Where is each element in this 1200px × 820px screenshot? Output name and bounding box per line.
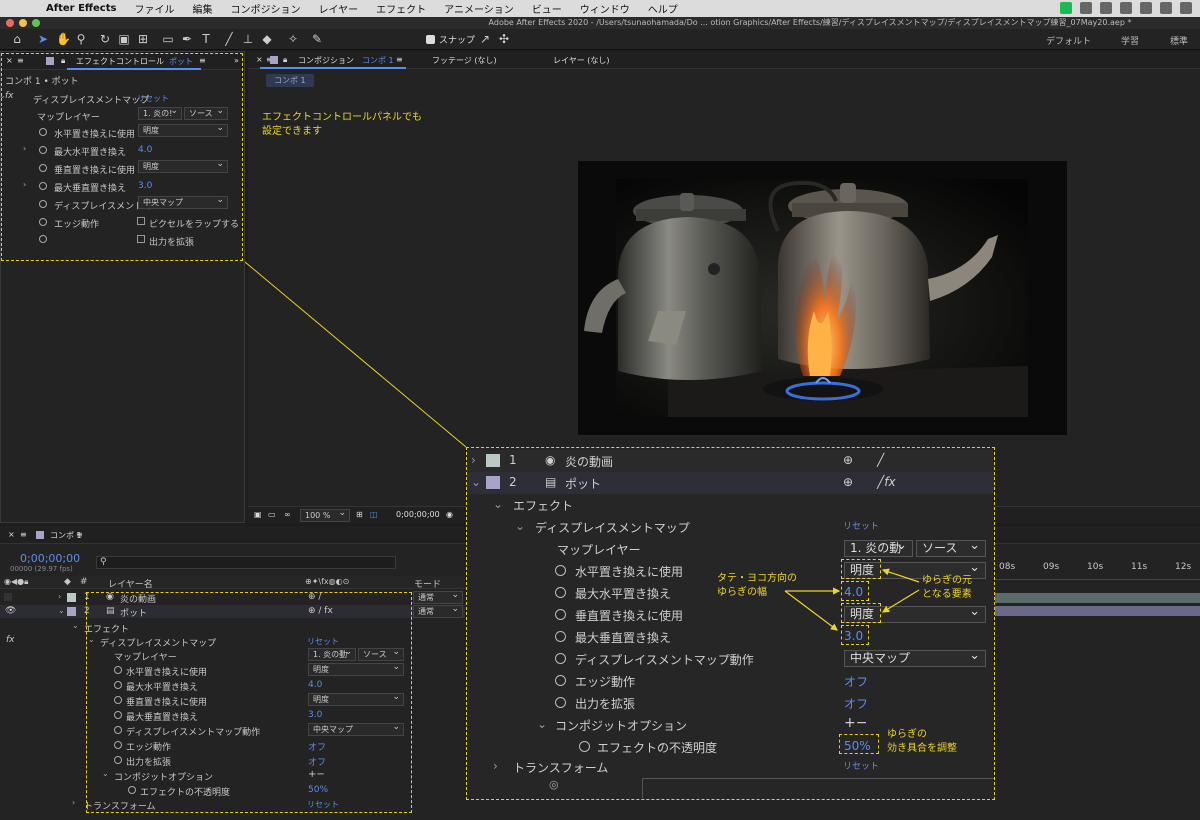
stopwatch-icon[interactable] <box>114 711 122 719</box>
number-column-icon: # <box>80 577 88 587</box>
tl-v-max-value[interactable]: 3.0 <box>308 710 322 720</box>
tl-h-use-dropdown[interactable]: 明度 <box>308 662 404 676</box>
panel-grip-icon[interactable]: ≡ <box>20 530 27 539</box>
timeline-layer-row-2[interactable]: 👁︎ ⌄ 2 ▤ ポット ⊕ / fx 通常 <box>0 604 465 619</box>
layer1-duration-bar[interactable] <box>995 593 1200 603</box>
mode-column[interactable]: モード <box>414 577 441 590</box>
collapse-chevron-icon[interactable]: ⌄ <box>102 769 109 778</box>
stopwatch-icon[interactable] <box>114 666 122 674</box>
label-icon[interactable]: ◆ <box>64 577 71 587</box>
tl-behavior-label: ディスプレイスメントマップ動作 <box>126 728 261 738</box>
timeline-timecode[interactable]: 0;00;00;00 <box>20 552 80 565</box>
av-switches-icon[interactable]: ◉◀●🔒︎ <box>4 577 28 587</box>
tl-transform-reset[interactable]: リセット <box>307 799 339 810</box>
zoomed-detail-panel: › 1 ◉ 炎の動画 ⊕ ╱ ⌄ 2 ▤ ポット ⊕ ╱fx ⌄ エフェクト ⌄… <box>466 447 995 800</box>
annotation-arrows <box>784 568 920 631</box>
tl-v-use-label: 垂直置き換えに使用 <box>126 698 208 708</box>
search-icon: ⚲ <box>100 557 107 567</box>
layer-number: 2 <box>84 606 90 616</box>
tl-v-use-dropdown[interactable]: 明度 <box>308 692 404 706</box>
stopwatch-icon[interactable] <box>114 741 122 749</box>
layer-number: 1 <box>84 592 90 602</box>
layer-mode-dropdown[interactable]: 通常 <box>413 590 463 604</box>
tl-map-layer-label: マップレイヤー <box>114 653 177 663</box>
expand-chevron-icon[interactable]: › <box>58 592 61 601</box>
ruler-tick: 10s <box>1087 562 1104 572</box>
tl-map-source-dropdown[interactable]: ソース <box>358 647 404 661</box>
stopwatch-icon[interactable] <box>128 786 136 794</box>
stopwatch-icon[interactable] <box>114 756 122 764</box>
tl-map-layer-dropdown[interactable]: 1. 炎の動 <box>308 647 356 661</box>
layer-name-column[interactable]: レイヤー名 <box>108 577 153 590</box>
stopwatch-icon[interactable] <box>114 696 122 704</box>
tl-h-max-value[interactable]: 4.0 <box>308 680 322 690</box>
layer-label-color[interactable] <box>67 607 76 616</box>
tl-reset-button[interactable]: リセット <box>307 636 339 647</box>
layer-label-color[interactable] <box>67 593 76 602</box>
ruler-tick: 11s <box>1131 562 1148 572</box>
collapse-chevron-icon[interactable]: ⌄ <box>88 635 95 644</box>
ruler-tick: 09s <box>1043 562 1060 572</box>
tl-composite-label: コンポジットオプション <box>114 773 214 783</box>
tl-opacity-label: エフェクトの不透明度 <box>140 788 231 798</box>
timeline-frames: 00000 (29.97 fps) <box>10 565 73 573</box>
tl-h-max-label: 最大水平置き換え <box>126 683 199 693</box>
video-toggle-icon[interactable] <box>4 593 12 601</box>
switches-column-icons[interactable]: ⊕✦\fx◍◐⊙ <box>305 577 349 586</box>
collapse-chevron-icon[interactable]: ⌄ <box>72 621 79 630</box>
timeline-column-header: ◉◀●🔒︎ ◆ # レイヤー名 ⊕✦\fx◍◐⊙ モード <box>0 576 465 590</box>
time-ruler[interactable]: 08s 09s 10s 11s 12s <box>995 556 1200 580</box>
tl-v-max-label: 最大垂直置き換え <box>126 713 199 723</box>
layer-mode-dropdown[interactable]: 通常 <box>413 604 463 618</box>
fx-switch-icon[interactable]: ⊕ / fx <box>308 606 333 616</box>
collapse-chevron-icon[interactable]: ⌄ <box>58 606 65 615</box>
footage-icon: ◉ <box>106 592 114 602</box>
timeline-search-input[interactable]: ⚲ <box>96 556 396 569</box>
tl-opacity-value[interactable]: 50% <box>308 785 328 795</box>
panel-menu-icon[interactable]: ≡ <box>76 530 83 539</box>
tl-effect-name: ディスプレイスメントマップ <box>100 639 217 649</box>
tl-edge-value[interactable]: オフ <box>308 740 326 753</box>
tl-transform-label: トランスフォーム <box>84 802 156 812</box>
tl-h-use-label: 水平置き換えに使用 <box>126 668 208 678</box>
eye-icon[interactable]: 👁︎ <box>5 606 16 616</box>
timeline-layer-row-1[interactable]: › 1 ◉ 炎の動画 ⊕ / 通常 <box>0 590 465 605</box>
layer2-duration-bar[interactable] <box>995 606 1200 616</box>
stopwatch-icon[interactable] <box>114 681 122 689</box>
close-tab-icon[interactable]: × <box>8 530 15 539</box>
tl-composite-add[interactable]: +− <box>308 769 325 780</box>
layer-name[interactable]: ポット <box>120 606 147 619</box>
tl-behavior-dropdown[interactable]: 中央マップ <box>308 722 404 736</box>
expand-chevron-icon[interactable]: › <box>72 798 75 807</box>
layer-name[interactable]: 炎の動画 <box>120 592 156 605</box>
ruler-tick: 08s <box>999 562 1016 572</box>
document-icon: ▤ <box>106 606 115 616</box>
tl-expand-value[interactable]: オフ <box>308 755 326 768</box>
comp-color-swatch <box>36 531 44 539</box>
tl-edge-label: エッジ動作 <box>126 743 172 753</box>
fx-icon[interactable]: fx <box>6 635 15 645</box>
shy-switch-icon[interactable]: ⊕ / <box>308 592 321 602</box>
tl-expand-label: 出力を拡張 <box>126 758 172 768</box>
stopwatch-icon[interactable] <box>114 726 122 734</box>
tl-effects-label: エフェクト <box>84 625 130 635</box>
ruler-tick: 12s <box>1175 562 1192 572</box>
